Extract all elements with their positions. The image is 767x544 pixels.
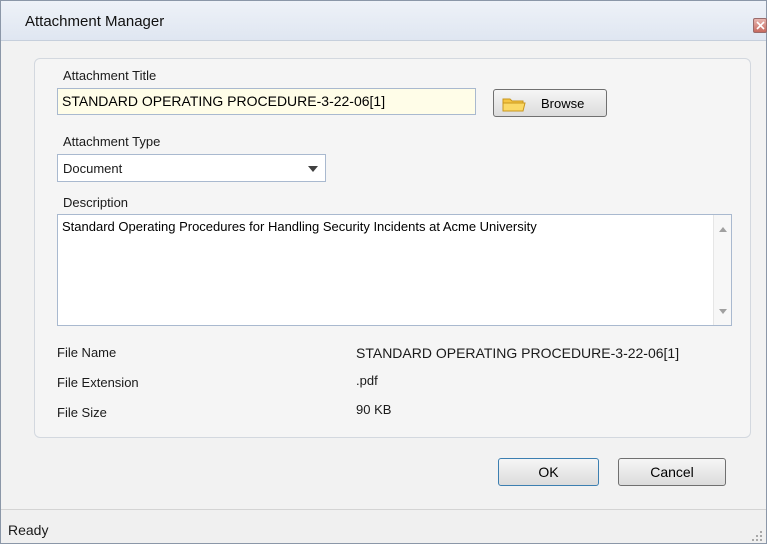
title-bar[interactable]: Attachment Manager — [1, 1, 767, 41]
description-scrollbar[interactable] — [713, 215, 731, 325]
window-title: Attachment Manager — [25, 13, 165, 30]
file-name-label: File Name — [57, 345, 117, 360]
status-text: Ready — [8, 522, 49, 538]
file-name-value: STANDARD OPERATING PROCEDURE-3-22-06[1] — [356, 345, 680, 361]
resize-grip-icon[interactable] — [751, 530, 763, 542]
close-icon — [756, 21, 765, 30]
status-bar: Ready — [1, 509, 766, 543]
file-extension-label: File Extension — [57, 375, 139, 390]
scroll-up-icon[interactable] — [719, 227, 727, 232]
close-button[interactable] — [753, 18, 767, 33]
attachment-type-label: Attachment Type — [63, 134, 161, 149]
cancel-button[interactable]: Cancel — [618, 458, 726, 486]
description-text: Standard Operating Procedures for Handli… — [62, 219, 537, 234]
attachment-manager-window: Attachment Manager Attachment Title STAN… — [0, 0, 767, 544]
description-textarea[interactable]: Standard Operating Procedures for Handli… — [57, 214, 732, 326]
file-extension-value: .pdf — [356, 373, 378, 388]
attachment-title-label: Attachment Title — [63, 68, 157, 83]
description-label: Description — [63, 195, 129, 210]
file-size-label: File Size — [57, 405, 107, 420]
browse-button-label: Browse — [541, 96, 585, 111]
scroll-down-icon[interactable] — [719, 309, 727, 314]
file-size-value: 90 KB — [356, 402, 392, 417]
folder-icon — [502, 98, 526, 112]
chevron-down-icon — [308, 166, 318, 172]
attachment-title-input[interactable]: STANDARD OPERATING PROCEDURE-3-22-06[1] — [57, 88, 476, 115]
ok-button[interactable]: OK — [498, 458, 599, 486]
browse-button[interactable]: Browse — [493, 89, 607, 117]
attachment-type-value: Document — [63, 161, 123, 176]
attachment-type-select[interactable]: Document — [57, 154, 326, 182]
